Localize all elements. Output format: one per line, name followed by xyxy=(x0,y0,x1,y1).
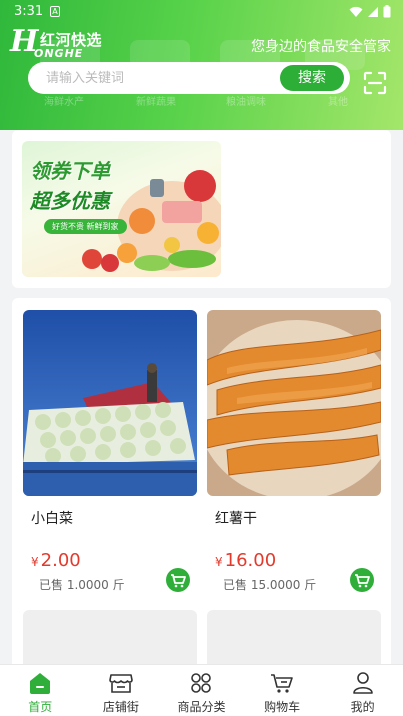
tab-label: 我的 xyxy=(350,700,375,714)
product-name: 小白菜 xyxy=(31,511,73,527)
ghost-category-label: 粮油调味 xyxy=(226,97,266,108)
tab-label: 店铺街 xyxy=(102,700,139,714)
scan-icon[interactable] xyxy=(363,71,387,95)
product-image[interactable] xyxy=(207,310,381,496)
wifi-icon xyxy=(349,6,363,17)
search-button[interactable]: 搜索 xyxy=(280,65,344,91)
product-price: ¥2.00 xyxy=(31,550,81,571)
tab-label: 首页 xyxy=(28,700,53,714)
product-price: ¥16.00 xyxy=(215,550,276,571)
battery-icon xyxy=(383,5,391,18)
banner-headline-1: 领券下单 xyxy=(30,159,110,183)
price-value: 16.00 xyxy=(224,550,277,571)
tab-label: 购物车 xyxy=(264,700,301,714)
tab-shop-street[interactable]: 店铺街 xyxy=(81,665,162,716)
product-name: 红薯干 xyxy=(215,511,257,527)
app-logo: H 红河快选 ONGHE xyxy=(10,24,102,60)
ghost-category-label: 其他 xyxy=(328,97,348,108)
add-to-cart-button[interactable] xyxy=(166,568,190,592)
status-bar: 3:31 A xyxy=(0,0,403,24)
ghost-category-label: 海鲜水产 xyxy=(44,97,84,108)
product-item[interactable]: 小白菜 ¥2.00 已售 1.0000 斤 xyxy=(23,310,197,592)
status-icons xyxy=(349,5,391,18)
bottom-tab-bar: 首页 店铺街 商品分类 购物车 我的 xyxy=(0,664,403,716)
tab-cart[interactable]: 购物车 xyxy=(242,665,323,716)
cart-icon xyxy=(171,574,186,588)
status-time: 3:31 xyxy=(14,4,44,19)
product-photo-sweet-potato xyxy=(207,310,381,496)
currency-symbol: ¥ xyxy=(31,555,39,569)
tab-label: 商品分类 xyxy=(177,700,226,714)
user-icon xyxy=(352,672,373,694)
price-value: 2.00 xyxy=(40,550,81,571)
product-item[interactable]: 红薯干 ¥16.00 已售 15.0000 斤 xyxy=(207,310,381,592)
search-input[interactable] xyxy=(46,62,286,94)
product-sold-count: 已售 15.0000 斤 xyxy=(223,578,317,592)
product-sold-count: 已售 1.0000 斤 xyxy=(39,578,125,592)
home-icon xyxy=(30,673,51,694)
tab-home[interactable]: 首页 xyxy=(0,665,81,716)
add-to-cart-button[interactable] xyxy=(350,568,374,592)
cart-icon xyxy=(355,574,370,588)
header-slogan: 您身边的食品安全管家 xyxy=(251,39,391,55)
banner-headline-2: 超多优惠 xyxy=(30,189,110,213)
store-icon xyxy=(109,674,133,693)
tab-profile[interactable]: 我的 xyxy=(322,665,403,716)
product-image[interactable] xyxy=(23,310,197,496)
logo-english-name: ONGHE xyxy=(34,47,84,60)
promo-banner[interactable]: 领券下单 超多优惠 好货不贵 新鲜到家 xyxy=(22,141,221,277)
signal-icon xyxy=(368,6,378,17)
category-icon xyxy=(191,673,212,693)
search-bar: 搜索 xyxy=(28,62,350,94)
notification-icon: A xyxy=(50,6,60,17)
shopping-cart-icon xyxy=(271,674,293,693)
ghost-category-label: 新鲜蔬果 xyxy=(136,97,176,108)
banner-tagline: 好货不贵 新鲜到家 xyxy=(44,219,127,234)
currency-symbol: ¥ xyxy=(215,555,223,569)
tab-categories[interactable]: 商品分类 xyxy=(161,665,242,716)
product-photo-cabbage xyxy=(23,310,197,496)
